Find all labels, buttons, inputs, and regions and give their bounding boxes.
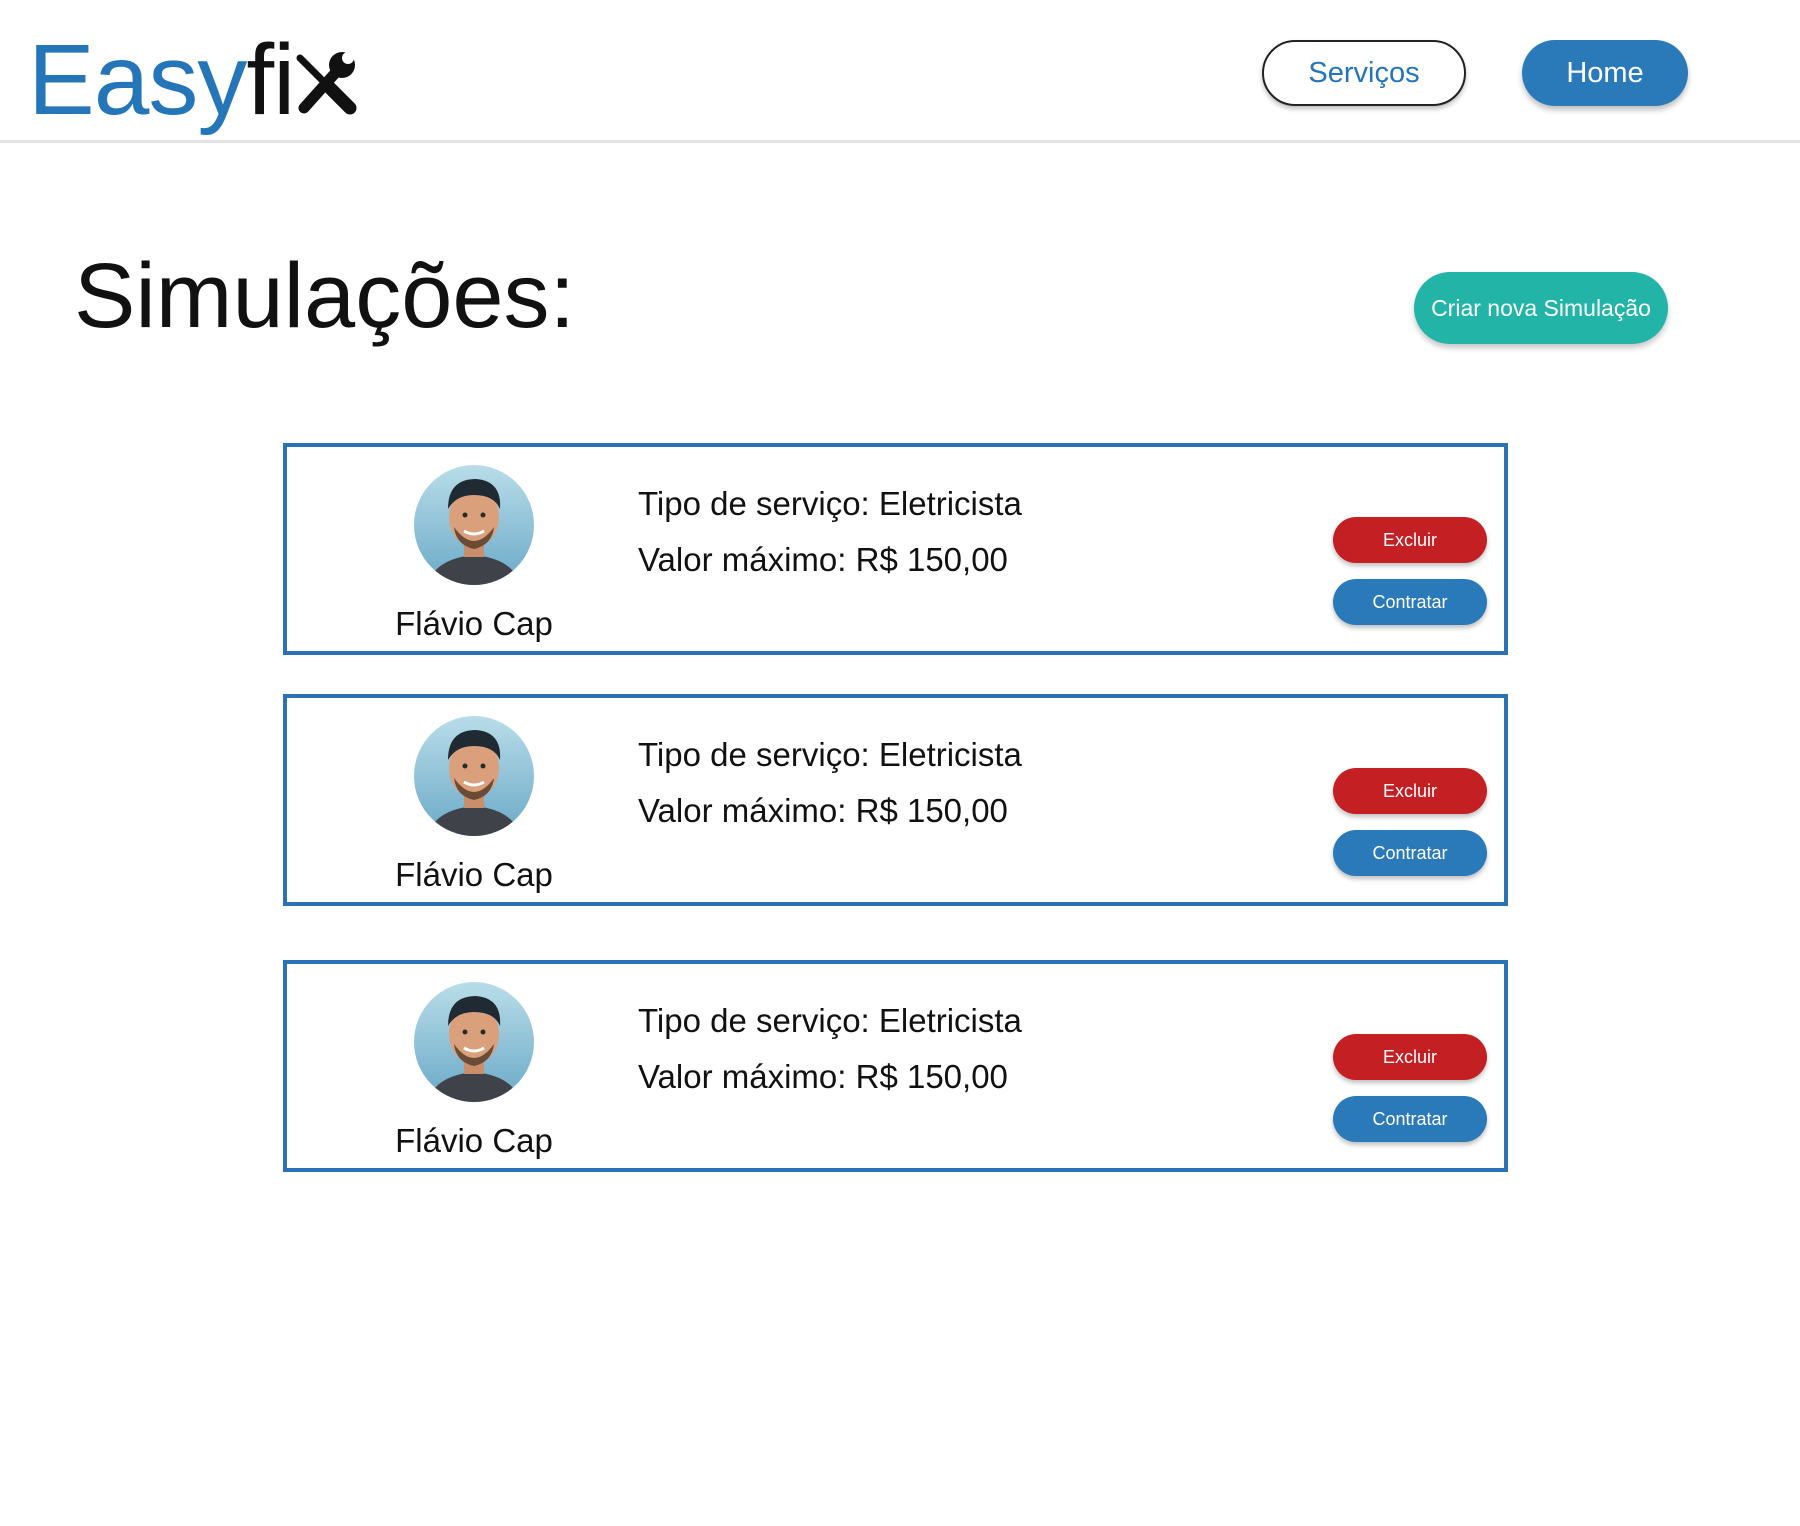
page-title: Simulações: (74, 245, 576, 347)
delete-button[interactable]: Excluir (1333, 768, 1487, 814)
top-navbar: Easy fi Serviços Home (0, 0, 1800, 143)
hire-button[interactable]: Contratar (1333, 579, 1487, 625)
service-type-text: Tipo de serviço: Eletricista (638, 1002, 1022, 1039)
delete-button[interactable]: Excluir (1333, 517, 1487, 563)
avatar (414, 716, 534, 836)
easyfix-logo[interactable]: Easy fi (28, 20, 358, 130)
max-value-text: Valor máximo: R$ 150,00 (638, 1058, 1008, 1095)
service-type-text: Tipo de serviço: Eletricista (638, 485, 1022, 522)
nav-servicos-button[interactable]: Serviços (1262, 40, 1466, 106)
professional-name: Flávio Cap (395, 605, 553, 642)
logo-text-fix: fi (246, 24, 295, 136)
create-simulation-button[interactable]: Criar nova Simulação (1414, 272, 1668, 344)
professional-name: Flávio Cap (395, 856, 553, 893)
avatar (414, 982, 534, 1102)
delete-button[interactable]: Excluir (1333, 1034, 1487, 1080)
max-value-text: Valor máximo: R$ 150,00 (638, 792, 1008, 829)
nav-home-button[interactable]: Home (1522, 40, 1688, 106)
hire-button[interactable]: Contratar (1333, 1096, 1487, 1142)
max-value-text: Valor máximo: R$ 150,00 (638, 541, 1008, 578)
simulation-card: Flávio Cap Tipo de serviço: Eletricista … (283, 694, 1508, 906)
hire-button[interactable]: Contratar (1333, 830, 1487, 876)
service-type-text: Tipo de serviço: Eletricista (638, 736, 1022, 773)
simulation-card: Flávio Cap Tipo de serviço: Eletricista … (283, 960, 1508, 1172)
simulation-card: Flávio Cap Tipo de serviço: Eletricista … (283, 443, 1508, 655)
professional-name: Flávio Cap (395, 1122, 553, 1159)
wrench-screwdriver-icon (296, 52, 357, 115)
logo-text-easy: Easy (28, 24, 247, 136)
avatar (414, 465, 534, 585)
